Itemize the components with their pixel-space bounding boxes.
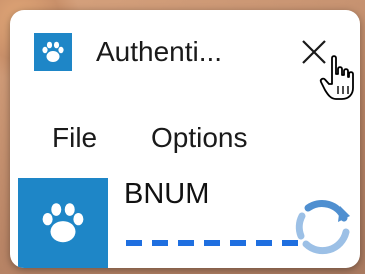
window-title: Authenti... [96, 36, 223, 67]
account-name: BNUM [124, 178, 210, 210]
code-dash [204, 240, 220, 246]
account-entry[interactable]: BNUM [10, 170, 360, 268]
title-bar: Authenti... [10, 10, 360, 102]
code-dash [152, 240, 168, 246]
menu-file[interactable]: File [52, 122, 97, 154]
authenticator-window: Authenti... File Options BNUM [10, 10, 360, 268]
code-dash [126, 240, 142, 246]
menu-bar: File Options [10, 110, 360, 156]
refresh-icon [295, 200, 350, 255]
paw-icon [18, 178, 108, 268]
code-dash [256, 240, 272, 246]
hand-cursor-icon [319, 55, 354, 100]
code-dash [178, 240, 194, 246]
paw-icon [34, 33, 72, 71]
menu-options[interactable]: Options [151, 122, 248, 154]
refresh-button[interactable] [290, 194, 356, 260]
code-dash [230, 240, 246, 246]
